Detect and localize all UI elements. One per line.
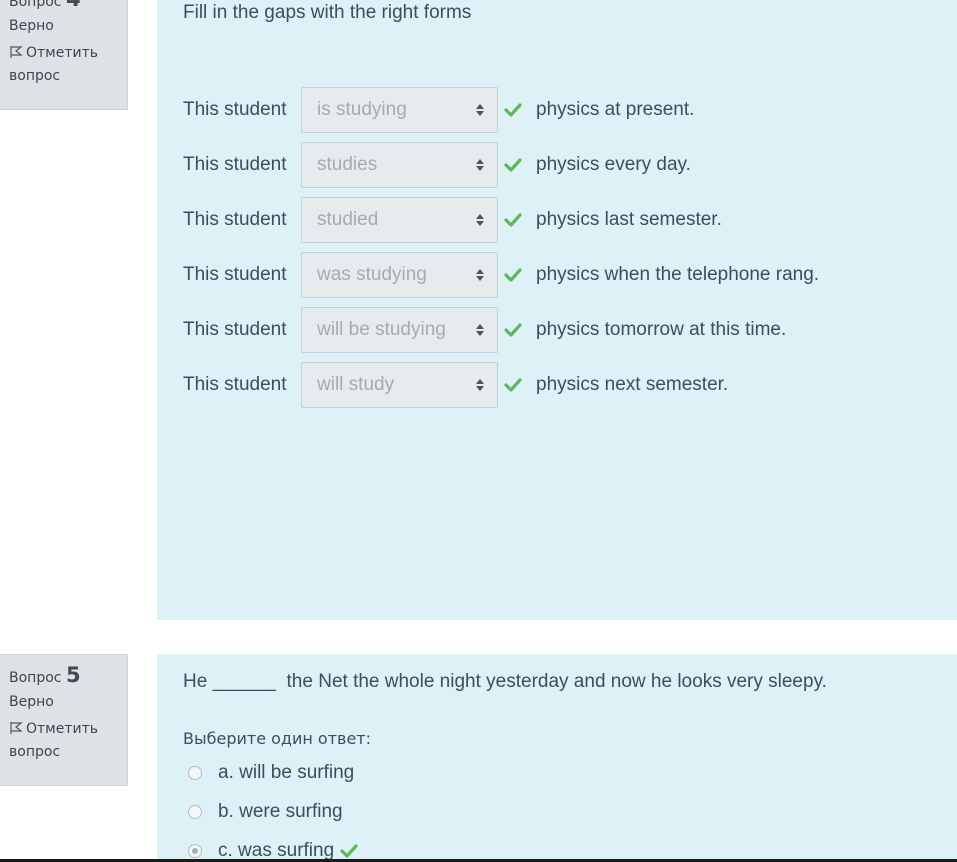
gap-row: This student studied physics last semester… [183,197,722,243]
radio-button[interactable] [188,805,202,819]
select-value: will study [317,374,395,395]
flag-question-link[interactable]: Отметить вопрос [9,718,127,764]
select-arrows-icon [476,324,484,336]
check-icon [504,268,522,282]
select-arrows-icon [476,159,484,171]
gap-row: This student is studying physics at presen… [183,87,694,133]
question-number: Вопрос 5 [9,665,127,688]
answer-option-a[interactable]: a. will be surfing [188,762,354,784]
option-label: b. were surfing [218,801,343,822]
gap-suffix-text: physics tomorrow at this time. [536,319,787,340]
select-value: will be studying [317,319,446,340]
answer-select[interactable]: will study [301,362,498,408]
answer-option-b[interactable]: b. were surfing [188,801,343,823]
flag-icon [10,46,23,58]
gap-suffix-text: physics next semester. [536,374,729,395]
question-info-4: Вопрос 4 Верно Отметить вопрос [0,0,128,110]
answer-select[interactable]: was studying [301,252,498,298]
option-label: a. will be surfing [218,762,355,783]
gap-row: This student studies physics every day. [183,142,691,188]
question-label: Вопрос [9,0,62,10]
select-value: studies [317,154,378,175]
question-number-value: 4 [66,0,81,11]
gap-row: This student will study physics next semes… [183,362,728,408]
question-text: Fill in the gaps with the right forms [183,2,472,23]
select-arrows-icon [476,269,484,281]
question-state: Верно [9,694,54,710]
gap-prefix-text: This student [183,319,287,340]
answer-select[interactable]: studies [301,142,498,188]
question-text: He ______ the Net the whole night yester… [183,671,827,692]
gap-prefix-text: This student [183,264,287,285]
gap-row: This student was studying physics when the… [183,252,819,298]
select-arrows-icon [476,104,484,116]
answer-prompt: Выберите один ответ: [183,729,372,748]
question-formulation-5: He ______ the Net the whole night yester… [157,654,957,862]
question-info-5: Вопрос 5 Верно Отметить вопрос [0,654,128,786]
gap-prefix-text: This student [183,374,287,395]
select-value: is studying [317,99,407,120]
radio-button-selected[interactable] [188,844,202,858]
gap-prefix-text: This student [183,154,287,175]
answer-select[interactable]: is studying [301,87,498,133]
gap-suffix-text: physics at present. [536,99,695,120]
check-icon [504,158,522,172]
select-arrows-icon [476,379,484,391]
question-label: Вопрос [9,670,62,686]
select-value: studied [317,209,379,230]
answer-select[interactable]: will be studying [301,307,498,353]
question-state: Верно [9,18,54,34]
question-number: Вопрос 4 [9,0,127,12]
gap-prefix-text: This student [183,99,287,120]
gap-suffix-text: physics when the telephone rang. [536,264,820,285]
question-number-value: 5 [65,663,81,687]
check-icon [504,213,522,227]
select-value: was studying [317,264,427,285]
radio-button[interactable] [188,766,202,780]
answer-select[interactable]: studied [301,197,498,243]
flag-question-link[interactable]: Отметить вопрос [9,42,127,88]
question-formulation-4: Fill in the gaps with the right forms Th… [157,0,957,620]
check-icon [504,323,522,337]
gap-suffix-text: physics every day. [536,154,691,175]
check-icon [504,103,522,117]
gap-row: This student will be studying physics tomo… [183,307,786,353]
gap-prefix-text: This student [183,209,287,230]
select-arrows-icon [476,214,484,226]
check-icon [504,378,522,392]
flag-icon [10,722,23,734]
check-icon [340,844,358,858]
gap-suffix-text: physics last semester. [536,209,722,230]
